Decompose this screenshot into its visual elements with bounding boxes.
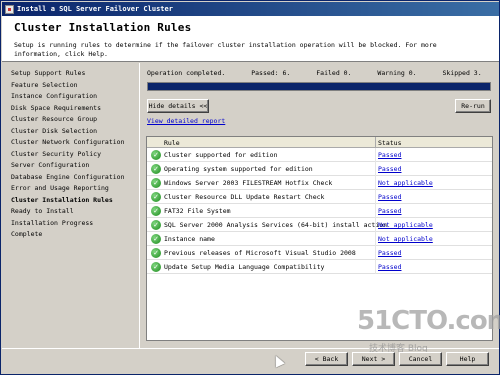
- status-column-header[interactable]: Status: [378, 139, 401, 147]
- check-icon: ✓: [151, 164, 161, 174]
- rerun-button[interactable]: Re-run: [455, 99, 491, 113]
- column-separator: [375, 137, 376, 148]
- operation-status: Operation completed.: [147, 69, 226, 77]
- failed-count: Failed 0.: [316, 69, 352, 77]
- sidebar-item-setup-support-rules: Setup Support Rules: [11, 69, 86, 77]
- sidebar-item-disk-space: Disk Space Requirements: [11, 104, 102, 112]
- sidebar-item-feature-selection: Feature Selection: [11, 81, 78, 89]
- table-row: ✓ Cluster Resource DLL Update Restart Ch…: [147, 190, 492, 204]
- rule-name: Cluster Resource DLL Update Restart Chec…: [164, 193, 325, 201]
- column-separator: [375, 162, 376, 176]
- column-separator: [375, 260, 376, 274]
- sidebar-item-instance-configuration: Instance Configuration: [11, 92, 98, 100]
- sidebar-item-cluster-resource-group: Cluster Resource Group: [11, 115, 98, 123]
- sidebar-item-cluster-installation-rules: Cluster Installation Rules: [11, 196, 113, 204]
- check-icon: ✓: [151, 150, 161, 160]
- table-row: ✓ Instance name Not applicable: [147, 232, 492, 246]
- rule-name: Instance name: [164, 235, 215, 243]
- column-separator: [375, 232, 376, 246]
- table-row: ✓ SQL Server 2000 Analysis Services (64-…: [147, 218, 492, 232]
- rule-column-header[interactable]: Rule: [164, 139, 180, 147]
- rule-name: FAT32 File System: [164, 207, 231, 215]
- installer-window: Install a SQL Server Failover Cluster Cl…: [0, 0, 500, 375]
- sidebar-item-database-engine: Database Engine Configuration: [11, 173, 125, 181]
- table-row: ✓ Operating system supported for edition…: [147, 162, 492, 176]
- steps-sidebar: Setup Support Rules Feature Selection In…: [2, 63, 138, 348]
- help-button[interactable]: Help: [446, 352, 489, 366]
- rule-status-link[interactable]: Not applicable: [378, 221, 433, 229]
- progress-bar-fill: [148, 83, 490, 90]
- sidebar-item-cluster-disk-selection: Cluster Disk Selection: [11, 127, 98, 135]
- mouse-cursor-icon: [271, 353, 285, 368]
- page-description: Setup is running rules to determine if t…: [14, 41, 437, 58]
- app-icon: [5, 4, 14, 14]
- check-icon: ✓: [151, 220, 161, 230]
- check-icon: ✓: [151, 234, 161, 244]
- column-separator: [375, 218, 376, 232]
- table-row: ✓ Update Setup Media Language Compatibil…: [147, 260, 492, 274]
- check-icon: ✓: [151, 262, 161, 272]
- page-header: Cluster Installation Rules Setup is runn…: [2, 16, 499, 62]
- operation-summary: Operation completed. Passed: 6. Failed 0…: [147, 69, 500, 77]
- rule-status-link[interactable]: Passed: [378, 165, 401, 173]
- title-bar: Install a SQL Server Failover Cluster: [2, 2, 499, 16]
- table-row: ✓ FAT32 File System Passed: [147, 204, 492, 218]
- rule-status-link[interactable]: Passed: [378, 249, 401, 257]
- rules-table-header: Rule Status: [147, 137, 492, 148]
- rule-status-link[interactable]: Passed: [378, 263, 401, 271]
- rule-status-link[interactable]: Passed: [378, 151, 401, 159]
- table-row: ✓ Previous releases of Microsoft Visual …: [147, 246, 492, 260]
- passed-count: Passed: 6.: [251, 69, 291, 77]
- column-separator: [375, 190, 376, 204]
- rule-name: Update Setup Media Language Compatibilit…: [164, 263, 325, 271]
- watermark-logo: 51CTO.com: [357, 306, 500, 336]
- rule-name: Operating system supported for edition: [164, 165, 313, 173]
- rule-name: Windows Server 2003 FILESTREAM Hotfix Ch…: [164, 179, 333, 187]
- rule-status-link[interactable]: Passed: [378, 207, 401, 215]
- sidebar-item-cluster-network: Cluster Network Configuration: [11, 138, 125, 146]
- sidebar-divider: [139, 63, 140, 348]
- sidebar-item-installation-progress: Installation Progress: [11, 219, 94, 227]
- page-title: Cluster Installation Rules: [14, 21, 192, 34]
- sidebar-item-complete: Complete: [11, 230, 43, 238]
- column-separator: [375, 148, 376, 162]
- column-separator: [375, 204, 376, 218]
- rule-name: SQL Server 2000 Analysis Services (64-bi…: [164, 221, 388, 229]
- table-row: ✓ Cluster supported for edition Passed: [147, 148, 492, 162]
- warning-count: Warning 0.: [377, 69, 417, 77]
- progress-bar: [147, 82, 491, 91]
- window-title: Install a SQL Server Failover Cluster: [17, 5, 173, 13]
- rule-name: Cluster supported for edition: [164, 151, 278, 159]
- column-separator: [375, 176, 376, 190]
- back-button[interactable]: < Back: [305, 352, 348, 366]
- rule-status-link[interactable]: Not applicable: [378, 235, 433, 243]
- cancel-button[interactable]: Cancel: [399, 352, 442, 366]
- check-icon: ✓: [151, 192, 161, 202]
- view-detailed-report-link[interactable]: View detailed report: [147, 117, 225, 125]
- next-button[interactable]: Next >: [352, 352, 395, 366]
- rule-status-link[interactable]: Passed: [378, 193, 401, 201]
- rule-name: Previous releases of Microsoft Visual St…: [164, 249, 356, 257]
- check-icon: ✓: [151, 206, 161, 216]
- rule-status-link[interactable]: Not applicable: [378, 179, 433, 187]
- column-separator: [375, 246, 376, 260]
- sidebar-item-server-configuration: Server Configuration: [11, 161, 90, 169]
- check-icon: ✓: [151, 178, 161, 188]
- sidebar-item-cluster-security: Cluster Security Policy: [11, 150, 102, 158]
- sidebar-item-error-reporting: Error and Usage Reporting: [11, 184, 109, 192]
- sidebar-item-ready-to-install: Ready to Install: [11, 207, 74, 215]
- check-icon: ✓: [151, 248, 161, 258]
- hide-details-button[interactable]: Hide details <<: [147, 99, 209, 113]
- skipped-count: Skipped 3.: [442, 69, 482, 77]
- table-row: ✓ Windows Server 2003 FILESTREAM Hotfix …: [147, 176, 492, 190]
